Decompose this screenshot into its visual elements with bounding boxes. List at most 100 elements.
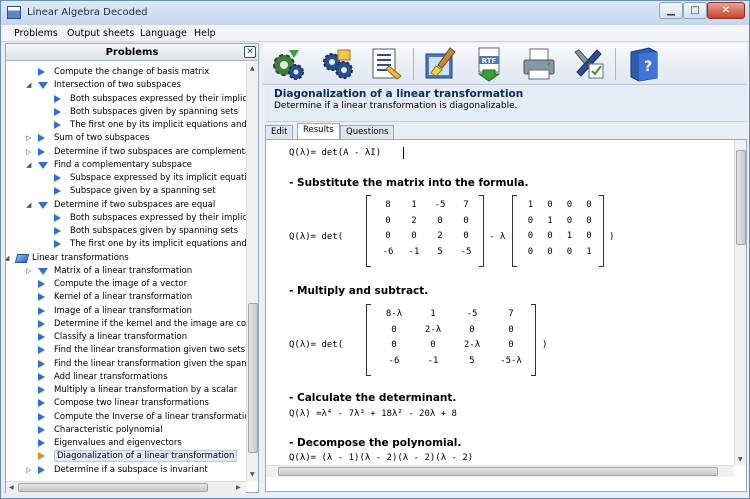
- step-heading-determinant: - Calculate the determinant.: [289, 392, 457, 404]
- menu-language[interactable]: Language: [140, 28, 187, 39]
- tree-item-label: Compute the Inverse of a linear transfor…: [54, 411, 246, 422]
- collapse-icon[interactable]: ◢: [26, 201, 31, 209]
- tree-item[interactable]: Compute the Inverse of a linear transfor…: [6, 411, 246, 424]
- matrix-cell: 0: [547, 200, 553, 210]
- tree-item-label: Both subspaces expressed by their implic…: [70, 212, 246, 223]
- tree-item[interactable]: ▷ Determine if a subspace is invariant: [6, 464, 246, 477]
- theory-button[interactable]: [367, 46, 405, 82]
- tree-item[interactable]: Both subspaces expressed by their implic…: [6, 93, 246, 106]
- menu-output-sheets[interactable]: Output sheets: [67, 28, 134, 39]
- tree-item[interactable]: Multiply a linear transformation by a sc…: [6, 384, 246, 397]
- tab-questions[interactable]: Questions: [340, 125, 395, 139]
- triangle-down-icon: [38, 82, 48, 90]
- tree-horizontal-scroll-thumb[interactable]: [18, 483, 208, 492]
- tree-item[interactable]: ▷ Matrix of a linear transformation: [6, 265, 246, 278]
- tree-item[interactable]: ◢ Find a complementary subspace: [6, 159, 246, 172]
- expand-icon[interactable]: ▷: [26, 466, 31, 474]
- tree-item-label: Both subspaces expressed by their implic…: [70, 93, 246, 104]
- close-window-button[interactable]: ✕: [707, 2, 745, 19]
- collapse-icon[interactable]: ◢: [26, 81, 31, 89]
- tree-item[interactable]: Compute the change of basis matrix: [6, 66, 246, 79]
- tree-item[interactable]: Image of a linear transformation: [6, 305, 246, 318]
- matrix-cell: 0: [547, 231, 553, 241]
- tree-item-label: Compose two linear transformations: [54, 398, 209, 409]
- matrix-cell: 2-λ: [424, 324, 442, 335]
- clear-button[interactable]: [422, 46, 460, 82]
- results-vertical-scroll-thumb[interactable]: [736, 150, 746, 245]
- tree-item[interactable]: Classify a linear transformation: [6, 331, 246, 344]
- close-panel-button[interactable]: ✕: [244, 46, 256, 58]
- problem-description: Determine if a linear transformation is …: [274, 101, 518, 111]
- tree-item[interactable]: Compute the image of a vector: [6, 278, 246, 291]
- scroll-left-icon[interactable]: ◀: [9, 484, 14, 491]
- menu-help[interactable]: Help: [194, 28, 216, 39]
- equation-prefix: Q(λ)= det(: [289, 232, 344, 242]
- collapse-icon[interactable]: ◢: [26, 161, 31, 169]
- expand-icon[interactable]: ▷: [26, 148, 31, 156]
- scroll-right-icon[interactable]: ▶: [236, 484, 241, 491]
- tree-horizontal-scrollbar[interactable]: ◀ ▶: [6, 481, 246, 493]
- matrix-cell: 5: [469, 355, 475, 366]
- tree-item[interactable]: Add linear transformations: [6, 371, 246, 384]
- tree-item-label: Intersection of two subspaces: [54, 80, 181, 91]
- tab-results[interactable]: Results: [297, 123, 340, 139]
- tree-item[interactable]: Characteristic polynomial: [6, 424, 246, 437]
- tree-item[interactable]: ▷ Determine if two subspaces are compleme…: [6, 146, 246, 159]
- tree-item[interactable]: ◢ Intersection of two subspaces: [6, 79, 246, 92]
- tree-vertical-scroll-thumb[interactable]: [248, 303, 258, 453]
- tree-item[interactable]: Eigenvalues and eigenvectors: [6, 437, 246, 450]
- expand-icon[interactable]: ▷: [26, 267, 31, 275]
- help-button[interactable]: ?: [625, 46, 663, 82]
- print-icon: [523, 48, 555, 80]
- tree-item[interactable]: The first one by its implicit equations …: [6, 238, 246, 251]
- triangle-right-icon: [38, 333, 45, 341]
- menu-problems[interactable]: Problems: [14, 28, 58, 39]
- app-icon: [7, 6, 21, 19]
- tree-item[interactable]: The first one by its implicit equations …: [6, 119, 246, 132]
- scroll-down-icon[interactable]: ▼: [738, 456, 743, 463]
- tree-item[interactable]: ◢ Determine if two subspaces are equal: [6, 199, 246, 212]
- problems-panel-title: Problems: [105, 47, 159, 58]
- title-bar[interactable]: Linear Algebra Decoded ▁ □ ✕: [1, 1, 749, 25]
- scroll-up-icon[interactable]: ▲: [250, 65, 255, 72]
- tree-item-label: The first one by its implicit equations …: [70, 239, 246, 250]
- minimize-button[interactable]: ▁: [659, 2, 683, 19]
- matrix-cell: 0: [527, 215, 534, 226]
- tree-item[interactable]: Find the linear transformation given two…: [6, 344, 246, 357]
- tree-item[interactable]: Both subspaces given by spanning sets: [6, 106, 246, 119]
- triangle-right-icon: [38, 293, 45, 302]
- tab-edit[interactable]: Edit: [265, 125, 294, 139]
- tree-item[interactable]: Determine if the kernel and the image ar…: [6, 318, 246, 331]
- toolbar-separator: [413, 48, 414, 80]
- tree-item-label: Subspace given by a spanning set: [70, 186, 216, 197]
- tree-item[interactable]: Subspace given by a spanning set: [6, 185, 246, 198]
- tree-vertical-scrollbar[interactable]: ▲ ▼: [246, 63, 258, 481]
- tree-item[interactable]: Subspace expressed by its implicit equat…: [6, 172, 246, 185]
- tree-item-label: Classify a linear transformation: [54, 332, 188, 342]
- settings-button[interactable]: [569, 46, 607, 82]
- results-horizontal-scroll-thumb[interactable]: [278, 467, 718, 476]
- results-vertical-scrollbar[interactable]: ▼: [734, 140, 746, 465]
- tree-item[interactable]: Find the linear transformation given the…: [6, 358, 246, 371]
- tree-item[interactable]: Compose two linear transformations: [6, 397, 246, 410]
- step-heading-substitute: - Substitute the matrix into the formula…: [289, 177, 529, 189]
- tree-item[interactable]: Diagonalization of a linear transformati…: [6, 450, 246, 463]
- expand-icon[interactable]: ▷: [26, 134, 31, 142]
- tree-item[interactable]: ◢ Linear transformations: [6, 252, 246, 265]
- problems-panel: Problems ✕ Compute the change of basis m…: [5, 43, 259, 493]
- step-by-step-button[interactable]: [318, 46, 356, 82]
- results-horizontal-scrollbar[interactable]: [266, 465, 734, 477]
- maximize-button[interactable]: □: [683, 2, 707, 19]
- tree-item[interactable]: Both subspaces given by spanning sets: [6, 225, 246, 238]
- collapse-icon[interactable]: ◢: [6, 254, 9, 262]
- tree-item[interactable]: ▷ Sum of two subspaces: [6, 132, 246, 145]
- matrix-cell: -6: [388, 355, 400, 366]
- tree-item-label: Both subspaces given by spanning sets: [70, 106, 239, 117]
- tree-item[interactable]: Both subspaces expressed by their implic…: [6, 212, 246, 225]
- tree-item-label: Diagonalization of a linear transformati…: [54, 450, 238, 463]
- solve-button[interactable]: [269, 46, 307, 82]
- scroll-down-icon[interactable]: ▼: [250, 471, 255, 478]
- export-rtf-button[interactable]: RTF: [471, 46, 509, 82]
- tree-item[interactable]: Kernel of a linear transformation: [6, 291, 246, 304]
- print-button[interactable]: [520, 46, 558, 82]
